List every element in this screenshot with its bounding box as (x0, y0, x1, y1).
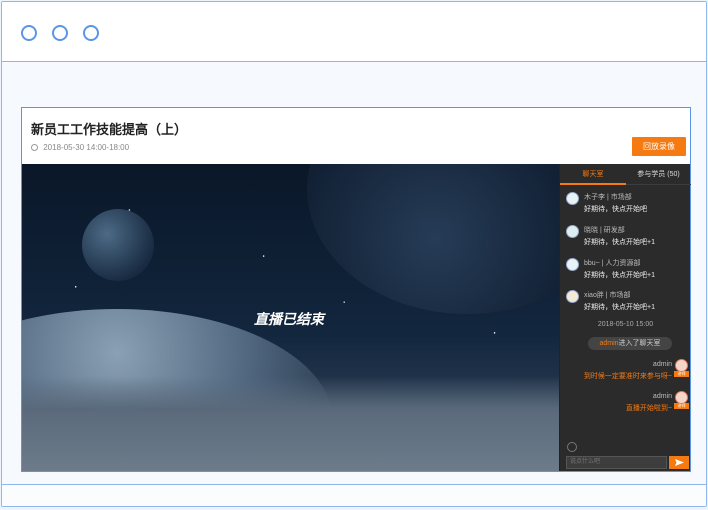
message-sender: admin (652, 361, 672, 368)
tab-participants[interactable]: 参与学员 (50) (626, 164, 691, 185)
chat-message: xiao胖 | 市场部 好期待，快点开始吧+1 (566, 290, 688, 318)
chat-message: 木子李 | 市场部 好期待，快点开始吧 (566, 192, 688, 220)
user-avatar (566, 192, 579, 205)
message-text: 好期待，快点开始吧+1 (584, 272, 655, 279)
join-user: admin (599, 340, 619, 347)
replay-button[interactable]: 回放录像 (632, 137, 686, 156)
window-footer (2, 484, 706, 506)
teacher-badge: 讲师 (674, 403, 689, 409)
message-sender: bbu~ | 人力资源部 (584, 260, 641, 267)
message-sender: 木子李 | 市场部 (584, 194, 632, 201)
moon-image (82, 209, 154, 281)
chat-panel: 聊天室 参与学员 (50) 木子李 | 市场部 好期待，快点开始吧 晓晓 | 研… (559, 164, 691, 471)
send-icon (675, 459, 684, 466)
video-player[interactable]: 直播已结束 (22, 164, 559, 471)
emoji-icon[interactable] (567, 442, 577, 452)
page-title: 新员工工作技能提高（上） (31, 122, 188, 137)
join-notice: admin进入了聊天室 (588, 337, 672, 350)
browser-window: 新员工工作技能提高（上） 2018-05-30 14:00-18:00 回放录像… (1, 1, 707, 507)
chat-input[interactable]: 说点什么吧 (566, 456, 667, 469)
user-avatar (566, 290, 579, 303)
teacher-badge: 讲师 (674, 371, 689, 377)
user-avatar (566, 225, 579, 238)
window-titlebar (2, 2, 706, 62)
live-ended-text: 直播已结束 (254, 311, 324, 327)
message-sender: 晓晓 | 研发部 (584, 227, 625, 234)
window-control-1[interactable] (21, 25, 37, 41)
admin-message: admin 直播开始啦到~ (626, 393, 672, 413)
user-avatar (566, 258, 579, 271)
join-text: 进入了聊天室 (618, 340, 661, 347)
message-sender: admin (652, 393, 672, 400)
message-text: 好期待，快点开始吧 (584, 206, 647, 213)
clock-icon (31, 144, 38, 151)
message-text: 好期待，快点开始吧+1 (584, 239, 655, 246)
message-sender: xiao胖 | 市场部 (584, 292, 631, 299)
chat-timestamp: 2018-05-10 15:00 (597, 321, 654, 328)
clouds-image (22, 376, 559, 471)
message-text: 好期待，快点开始吧+1 (584, 304, 655, 311)
live-course-panel: 新员工工作技能提高（上） 2018-05-30 14:00-18:00 回放录像… (21, 107, 691, 472)
message-text: 直播开始啦到~ (625, 405, 672, 412)
send-button[interactable] (669, 456, 689, 469)
window-control-3[interactable] (83, 25, 99, 41)
session-time: 2018-05-30 14:00-18:00 (31, 143, 129, 152)
admin-message: admin 到时候一定要准时来参与呀~ (584, 361, 672, 381)
tab-chatroom[interactable]: 聊天室 (560, 164, 626, 185)
session-time-text: 2018-05-30 14:00-18:00 (43, 143, 130, 152)
chat-message: bbu~ | 人力资源部 好期待，快点开始吧+1 (566, 258, 688, 286)
message-text: 到时候一定要准时来参与呀~ (583, 373, 672, 380)
window-control-2[interactable] (52, 25, 68, 41)
chat-tabs: 聊天室 参与学员 (50) (560, 164, 691, 185)
chat-message: 晓晓 | 研发部 好期待，快点开始吧+1 (566, 225, 688, 253)
